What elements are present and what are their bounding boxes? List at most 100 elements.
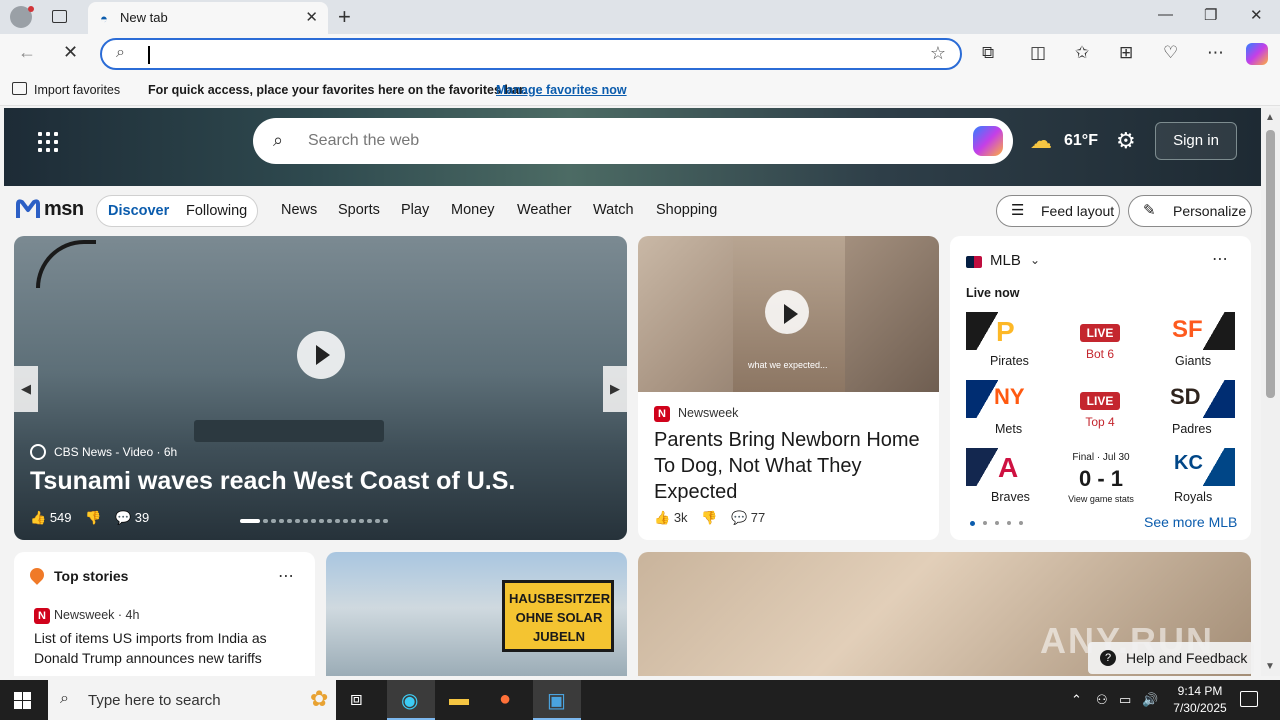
taskbar-search-box[interactable]: ⌕ Type here to search ✿	[48, 680, 336, 720]
browser-tab-new-tab[interactable]: ◓ New tab ✕	[88, 2, 328, 34]
minimize-button[interactable]: —	[1158, 6, 1173, 23]
league-name[interactable]: MLB	[990, 252, 1021, 269]
settings-more-icon[interactable]: ⋯	[1207, 43, 1224, 63]
network-icon[interactable]: ▭	[1119, 692, 1131, 708]
nav-watch[interactable]: Watch	[593, 202, 634, 218]
like-icon[interactable]: 👍	[30, 510, 46, 525]
tab-close-icon[interactable]: ✕	[305, 8, 318, 26]
gear-icon[interactable]: ⚙	[1116, 128, 1136, 154]
see-more-mlb-link[interactable]: See more MLB	[1144, 514, 1237, 530]
personalize-button[interactable]: ✎ Personalize	[1128, 195, 1252, 227]
away-team: Braves	[991, 490, 1030, 504]
scrollbar-thumb[interactable]	[1266, 130, 1275, 398]
inning-status: Bot 6	[1085, 347, 1115, 361]
back-button[interactable]: ←	[18, 42, 36, 63]
mets-logo-icon: NY	[994, 384, 1025, 409]
clock-date: 7/30/2025	[1173, 701, 1227, 715]
view-game-stats-link[interactable]: View game stats	[1056, 494, 1146, 504]
chevron-up-icon[interactable]: ⌃	[1071, 692, 1082, 708]
nav-shopping[interactable]: Shopping	[656, 202, 717, 218]
help-feedback-button[interactable]: ? Help and Feedback	[1088, 642, 1254, 674]
card-reactions: 👍 3k 👎 💬 77	[654, 510, 765, 526]
nav-play[interactable]: Play	[401, 202, 429, 218]
dislike-icon[interactable]: 👎	[85, 510, 101, 525]
favorite-star-icon[interactable]: ☆	[930, 43, 946, 64]
comment-count: 39	[134, 510, 150, 525]
story-headline[interactable]: List of items US imports from India as D…	[34, 628, 304, 668]
split-screen-icon[interactable]: ◫	[1030, 43, 1046, 63]
favorites-bar: Import favorites For quick access, place…	[0, 74, 1280, 106]
file-explorer-button[interactable]: ▬	[435, 680, 483, 720]
copilot-icon[interactable]	[973, 126, 1003, 156]
weather-cloud-icon[interactable]: ☁	[1030, 128, 1052, 154]
folder-icon: ▬	[449, 688, 469, 710]
tab-actions-icon[interactable]	[52, 10, 67, 23]
carousel-prev-button[interactable]: ◀	[14, 366, 38, 412]
import-favorites-button[interactable]: Import favorites	[34, 83, 120, 97]
game-score: 0 - 1	[1078, 466, 1124, 491]
comment-icon[interactable]: 💬	[115, 510, 131, 525]
manage-favorites-link[interactable]: Manage favorites now	[496, 83, 627, 97]
hero-carousel[interactable]: ◀ ▶ CBS News - Video · 6h Tsunami waves …	[14, 236, 627, 540]
restore-button[interactable]: ❐	[1204, 6, 1217, 24]
sign-in-button[interactable]: Sign in	[1155, 122, 1237, 160]
volume-icon[interactable]: 🔊	[1142, 692, 1158, 708]
comment-icon[interactable]: 💬	[731, 510, 747, 525]
firefox-button[interactable]: ●	[485, 680, 533, 720]
like-icon[interactable]: 👍	[654, 510, 670, 525]
nav-weather[interactable]: Weather	[517, 202, 572, 218]
search-icon: ⌕	[273, 130, 284, 150]
solar-story-card[interactable]: HAUSBESITZER OHNE SOLAR JUBELN	[326, 552, 627, 676]
tab-discover[interactable]: Discover	[108, 203, 169, 219]
window-close-button[interactable]: ✕	[1250, 6, 1263, 24]
stop-loading-button[interactable]: ✕	[63, 42, 78, 63]
extensions-icon[interactable]: ⧉	[982, 43, 994, 63]
tab-following[interactable]: Following	[186, 203, 247, 219]
hero-headline[interactable]: Tsunami waves reach West Coast of U.S.	[30, 467, 515, 496]
card-headline[interactable]: Parents Bring Newborn Home To Dog, Not W…	[654, 427, 924, 505]
new-tab-button[interactable]: +	[338, 4, 351, 30]
notification-center-icon[interactable]	[1240, 691, 1258, 707]
scroll-down-arrow[interactable]: ▼	[1265, 661, 1275, 672]
away-team: Mets	[995, 422, 1023, 436]
msn-logo[interactable]: msn	[44, 198, 84, 221]
personalize-icon: ✎	[1143, 202, 1156, 219]
more-options-icon[interactable]: ⋯	[1212, 249, 1228, 269]
play-icon[interactable]	[297, 331, 345, 379]
nav-news[interactable]: News	[281, 202, 317, 218]
windows-start-icon[interactable]	[14, 692, 31, 709]
play-icon[interactable]	[765, 290, 809, 334]
more-options-icon[interactable]: ⋯	[278, 566, 294, 586]
edge-tab-icon: ◓	[100, 11, 108, 26]
game-pirates-giants[interactable]: P SF Pirates Giants LIVE Bot 6	[966, 312, 1235, 372]
dislike-icon[interactable]: 👎	[701, 510, 717, 525]
script-app-button[interactable]: ▣	[533, 680, 581, 720]
game-braves-royals[interactable]: A KC Braves Royals Final · Jul 30 0 - 1 …	[966, 448, 1235, 508]
chevron-down-icon[interactable]: ⌄	[1030, 253, 1040, 267]
apps-launcher-icon[interactable]	[38, 132, 58, 152]
task-view-button[interactable]: ⧈	[336, 680, 384, 720]
edge-taskbar-button[interactable]: ◉	[387, 680, 435, 720]
browser-essentials-icon[interactable]: ♡	[1163, 43, 1178, 63]
carousel-pager	[240, 519, 402, 523]
favorites-icon[interactable]: ✩	[1075, 43, 1089, 63]
nav-money[interactable]: Money	[451, 202, 495, 218]
address-bar[interactable]: ⌕ ☆	[100, 38, 962, 70]
web-search-box[interactable]: ⌕ Search the web	[253, 118, 1013, 164]
taskbar-clock[interactable]: 9:14 PM 7/30/2025	[1168, 683, 1232, 717]
scroll-up-arrow[interactable]: ▲	[1265, 112, 1275, 123]
royals-logo-icon: KC	[1174, 452, 1203, 474]
live-now-label: Live now	[966, 286, 1020, 300]
carousel-next-button[interactable]: ▶	[603, 366, 627, 412]
page-scrollbar[interactable]: ▲ ▼	[1261, 108, 1280, 676]
feed-layout-button[interactable]: ☰ Feed layout	[996, 195, 1120, 227]
copilot-icon[interactable]	[1246, 43, 1268, 65]
people-icon[interactable]: ⚇	[1096, 692, 1108, 708]
sign-line: JUBELN	[532, 629, 585, 644]
newsweek-card[interactable]: what we expected... N Newsweek Parents B…	[638, 236, 939, 540]
collections-icon[interactable]: ⊞	[1119, 43, 1133, 63]
weather-temperature[interactable]: 61°F	[1064, 132, 1098, 150]
game-mets-padres[interactable]: NY SD Mets Padres LIVE Top 4	[966, 380, 1235, 440]
search-icon: ⌕	[60, 690, 69, 707]
nav-sports[interactable]: Sports	[338, 202, 380, 218]
